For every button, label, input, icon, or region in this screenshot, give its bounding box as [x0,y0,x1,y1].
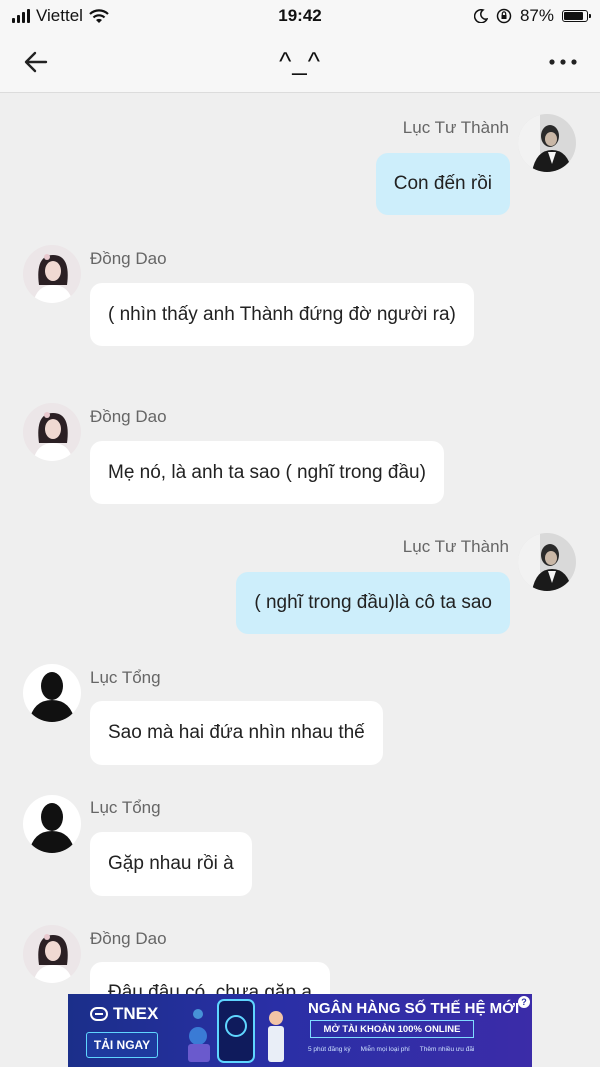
tnex-logo-icon [90,1007,108,1021]
avatar[interactable] [23,664,81,722]
ad-feature: Thêm nhiều ưu đãi [419,1046,475,1053]
moon-icon [473,9,488,23]
battery-icon [562,10,591,22]
ad-logo: TNEX [90,1004,158,1024]
battery-percent: 87% [519,6,554,25]
ad-download-button[interactable]: TẢI NGAY [86,1032,158,1058]
ad-feature: Miễn mọi loại phí [360,1046,410,1053]
avatar[interactable] [23,795,81,853]
message-bubble[interactable]: Gặp nhau rồi à [90,832,252,896]
sender-name: Lục Tổng [90,668,161,687]
ad-feature: 5 phút đăng ký [308,1046,351,1053]
message-bubble[interactable]: ( nhìn thấy anh Thành đứng đờ người ra) [90,283,474,346]
ad-illustration [188,999,284,1063]
status-bar: Viettel 19:42 87% [0,0,600,32]
chat-header: ^_^ [0,32,600,93]
status-icons: 87% [473,6,591,26]
ad-brand: TNEX [113,1004,159,1023]
sender-name: Lục Tư Thành [402,118,509,137]
avatar[interactable] [518,533,576,591]
avatar[interactable] [23,403,81,461]
avatar[interactable] [518,114,576,172]
avatar[interactable] [23,925,81,983]
message-bubble[interactable]: Mẹ nó, là anh ta sao ( nghĩ trong đầu) [90,441,444,504]
sender-name: Đồng Dao [90,929,167,948]
ad-help-icon[interactable]: ? [518,996,530,1008]
ad-subheadline: MỞ TÀI KHOẢN 100% ONLINE [310,1020,474,1038]
sender-name: Đồng Dao [90,407,167,426]
message-bubble[interactable]: Con đến rồi [375,153,510,215]
more-dots-icon[interactable] [548,54,578,70]
message-bubble[interactable]: ( nghĩ trong đầu)là cô ta sao [236,572,510,634]
sender-name: Lục Tổng [90,798,161,817]
sender-name: Đồng Dao [90,249,167,268]
sender-name: Lục Tư Thành [402,537,509,556]
chat-title: ^_^ [279,46,321,76]
battery-fill [564,12,584,20]
orientation-lock-icon [496,8,512,24]
message-bubble[interactable]: Sao mà hai đứa nhìn nhau thế [90,701,383,765]
ad-banner[interactable]: TNEX TẢI NGAY NGÂN HÀNG SỐ THẾ HỆ MỚI MỞ… [68,994,532,1067]
ad-features: 5 phút đăng ký Miễn mọi loại phí Thêm nh… [308,1046,474,1053]
ad-headline: NGÂN HÀNG SỐ THẾ HỆ MỚI [308,1000,520,1017]
avatar[interactable] [23,245,81,303]
